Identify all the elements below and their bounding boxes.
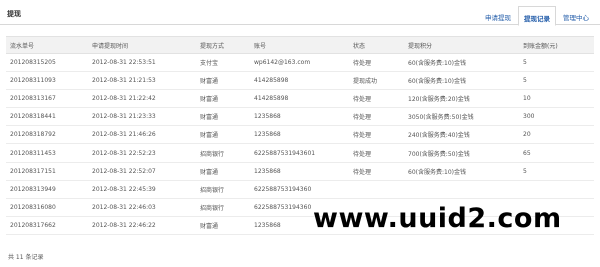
cell-points: 240(含服务费:40)金钱 <box>404 125 519 145</box>
cell-status: 提现成功 <box>349 71 404 91</box>
column-header-serial: 流水单号 <box>6 36 88 54</box>
cell-time: 2012-08-31 21:46:26 <box>88 125 196 145</box>
cell-points: 60(含服务费:10)金钱 <box>404 71 519 91</box>
table-row: 201208317151 2012-08-31 22:52:07 财富通 123586… <box>6 162 594 181</box>
table-row: 201208313949 2012-08-31 22:45:39 招商银行 62258… <box>6 180 594 199</box>
column-header-amount: 到账金额(元) <box>519 36 594 54</box>
cell-amount: 20 <box>519 125 594 145</box>
cell-method: 财富通 <box>196 162 250 181</box>
cell-points: 120(含服务费:20)金钱 <box>404 89 519 109</box>
cell-method: 财富通 <box>196 71 250 91</box>
cell-method: 招商银行 <box>196 180 250 199</box>
watermark: www.uuid2.com <box>313 203 562 234</box>
table-row: 201208313167 2012-08-31 21:22:42 财富通 414285… <box>6 89 594 109</box>
top-bar: 提现 申请提现 提现记录 管理中心 <box>0 0 600 26</box>
column-header-method: 提现方式 <box>196 36 250 54</box>
cell-serial: 201208318441 <box>6 107 88 127</box>
column-header-account: 账号 <box>250 36 349 54</box>
table-row: 201208315205 2012-08-31 22:53:51 支付宝 wp6142… <box>6 53 594 73</box>
tab-bar: 申请提现 提现记录 管理中心 <box>478 6 594 26</box>
table-row: 201208311453 2012-08-31 22:52:23 招商银行 62258… <box>6 143 594 163</box>
cell-account: 622588753194360 <box>250 180 349 199</box>
cell-status: 待处理 <box>349 143 404 163</box>
cell-account: 1235868 <box>250 107 349 127</box>
cell-points: 60(含服务费:10)金钱 <box>404 53 519 73</box>
cell-serial: 201208317662 <box>6 216 88 235</box>
table-row: 201208318441 2012-08-31 21:23:33 财富通 123586… <box>6 107 594 127</box>
cell-points: 3050(含服务费:50)金钱 <box>404 107 519 127</box>
page-title: 提现 <box>7 10 21 18</box>
cell-time: 2012-08-31 22:45:39 <box>88 180 196 199</box>
cell-status <box>349 180 404 199</box>
cell-method: 财富通 <box>196 107 250 127</box>
cell-status: 待处理 <box>349 125 404 145</box>
column-header-time: 申请提现时间 <box>88 36 196 54</box>
cell-time: 2012-08-31 22:52:07 <box>88 162 196 181</box>
cell-serial: 201208313949 <box>6 180 88 199</box>
table-row: 201208311093 2012-08-31 21:21:53 财富通 414285… <box>6 71 594 91</box>
cell-method: 财富通 <box>196 89 250 109</box>
tab-withdraw-records[interactable]: 提现记录 <box>518 6 556 26</box>
cell-status: 待处理 <box>349 162 404 181</box>
cell-points <box>404 180 519 199</box>
cell-status: 待处理 <box>349 53 404 73</box>
cell-amount: 5 <box>519 162 594 181</box>
cell-status: 待处理 <box>349 107 404 127</box>
cell-serial: 201208313167 <box>6 89 88 109</box>
cell-method: 支付宝 <box>196 53 250 73</box>
cell-status: 待处理 <box>349 89 404 109</box>
cell-time: 2012-08-31 22:46:03 <box>88 198 196 217</box>
cell-account: 1235868 <box>250 162 349 181</box>
cell-time: 2012-08-31 21:23:33 <box>88 107 196 127</box>
cell-time: 2012-08-31 22:52:23 <box>88 143 196 163</box>
cell-serial: 201208311093 <box>6 71 88 91</box>
cell-amount: 65 <box>519 143 594 163</box>
cell-time: 2012-08-31 22:53:51 <box>88 53 196 73</box>
cell-serial: 201208315205 <box>6 53 88 73</box>
cell-time: 2012-08-31 22:46:22 <box>88 216 196 235</box>
cell-points: 60(含服务费:10)金钱 <box>404 162 519 181</box>
tab-apply-withdraw[interactable]: 申请提现 <box>480 6 516 25</box>
record-count: 共 11 条记录 <box>8 254 44 261</box>
cell-account: 414285898 <box>250 89 349 109</box>
column-header-status: 状态 <box>349 36 404 54</box>
table-row: 201208318792 2012-08-31 21:46:26 财富通 123586… <box>6 125 594 145</box>
cell-amount: 300 <box>519 107 594 127</box>
cell-amount: 10 <box>519 89 594 109</box>
cell-method: 招商银行 <box>196 143 250 163</box>
cell-amount: 5 <box>519 71 594 91</box>
cell-account: 414285898 <box>250 71 349 91</box>
cell-serial: 201208317151 <box>6 162 88 181</box>
cell-points: 700(含服务费:50)金钱 <box>404 143 519 163</box>
tab-management-center[interactable]: 管理中心 <box>558 6 594 25</box>
cell-serial: 201208311453 <box>6 143 88 163</box>
cell-account: 1235868 <box>250 125 349 145</box>
cell-serial: 201208318792 <box>6 125 88 145</box>
cell-account: wp6142@163.com <box>250 53 349 73</box>
cell-time: 2012-08-31 21:22:42 <box>88 89 196 109</box>
cell-amount: 5 <box>519 53 594 73</box>
column-header-points: 提现积分 <box>404 36 519 54</box>
cell-amount <box>519 180 594 199</box>
table-header-row: 流水单号 申请提现时间 提现方式 账号 状态 提现积分 到账金额(元) <box>6 36 594 54</box>
cell-serial: 201208316080 <box>6 198 88 217</box>
cell-method: 财富通 <box>196 216 250 235</box>
cell-method: 招商银行 <box>196 198 250 217</box>
cell-method: 财富通 <box>196 125 250 145</box>
cell-time: 2012-08-31 21:21:53 <box>88 71 196 91</box>
cell-account: 6225887531943601 <box>250 143 349 163</box>
